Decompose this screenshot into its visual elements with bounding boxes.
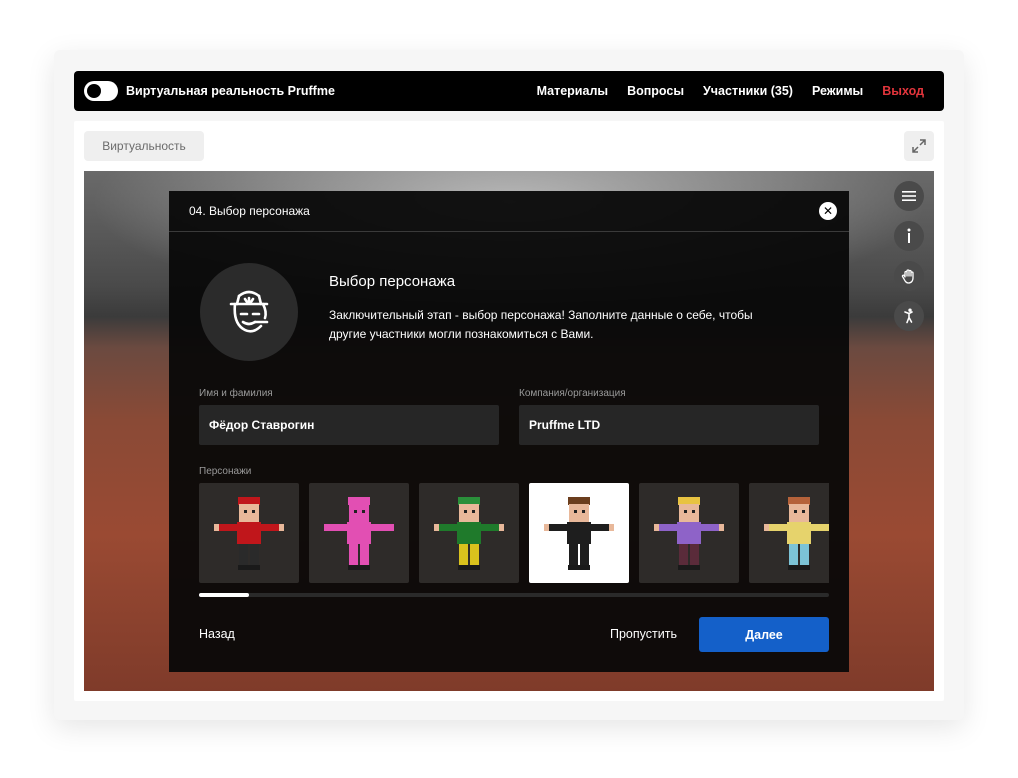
company-label: Компания/организация	[519, 388, 626, 399]
back-button[interactable]: Назад	[199, 627, 235, 641]
carousel-scroll-thumb[interactable]	[199, 593, 249, 597]
menu-icon	[902, 191, 916, 201]
carousel-scrollbar[interactable]	[199, 593, 829, 597]
character-option-santa[interactable]	[199, 483, 299, 583]
character-figure	[764, 497, 829, 570]
fullscreen-button[interactable]	[904, 131, 934, 161]
character-figure	[654, 497, 724, 570]
info-icon	[907, 228, 911, 243]
tab-virtuality[interactable]: Виртуальность	[84, 131, 204, 161]
top-navbar: Виртуальная реальность Pruffme Материалы…	[74, 71, 944, 111]
nav-participants[interactable]: Участники (35)	[703, 84, 793, 98]
character-figure	[324, 497, 394, 570]
info-button[interactable]	[894, 221, 924, 251]
hand-button[interactable]	[894, 261, 924, 291]
character-option-girl-yellow[interactable]	[749, 483, 829, 583]
character-face-icon	[229, 290, 269, 333]
top-nav: Материалы Вопросы Участники (35) Режимы …	[518, 84, 924, 98]
vr-side-toolbar	[894, 181, 924, 341]
modal-header: 04. Выбор персонажа ✕	[169, 191, 849, 232]
intro-text: Заключительный этап - выбор персонажа! З…	[329, 308, 753, 341]
app-title: Виртуальная реальность Pruffme	[126, 84, 335, 98]
skip-button[interactable]: Пропустить	[610, 627, 677, 641]
emote-button[interactable]	[894, 301, 924, 331]
nav-materials[interactable]: Материалы	[537, 84, 608, 98]
character-select-modal: 04. Выбор персонажа ✕ Выбор персонажа За…	[169, 191, 849, 672]
nav-questions[interactable]: Вопросы	[627, 84, 684, 98]
expand-icon	[912, 139, 926, 153]
avatar	[200, 263, 298, 361]
nav-logout[interactable]: Выход	[882, 84, 924, 98]
name-label: Имя и фамилия	[199, 388, 273, 399]
close-button[interactable]: ✕	[819, 202, 837, 220]
company-field[interactable]: Pruffme LTD	[519, 405, 819, 445]
menu-button[interactable]	[894, 181, 924, 211]
character-figure	[544, 497, 614, 570]
name-field[interactable]: Фёдор Ставрогин	[199, 405, 499, 445]
character-option-girl-purple[interactable]	[639, 483, 739, 583]
character-carousel[interactable]	[199, 483, 829, 583]
character-option-elf[interactable]	[419, 483, 519, 583]
close-icon: ✕	[822, 204, 834, 218]
character-option-businessman[interactable]	[529, 483, 629, 583]
vr-toggle[interactable]	[84, 81, 118, 101]
next-button[interactable]: Далее	[699, 617, 829, 652]
character-figure	[214, 497, 284, 570]
figure-icon	[904, 308, 913, 324]
intro-title: Выбор персонажа	[329, 273, 456, 290]
characters-label: Персонажи	[199, 466, 252, 477]
hand-icon	[901, 269, 914, 284]
nav-modes[interactable]: Режимы	[812, 84, 863, 98]
character-option-bunny[interactable]	[309, 483, 409, 583]
character-figure	[434, 497, 504, 570]
modal-title: 04. Выбор персонажа	[189, 204, 310, 218]
